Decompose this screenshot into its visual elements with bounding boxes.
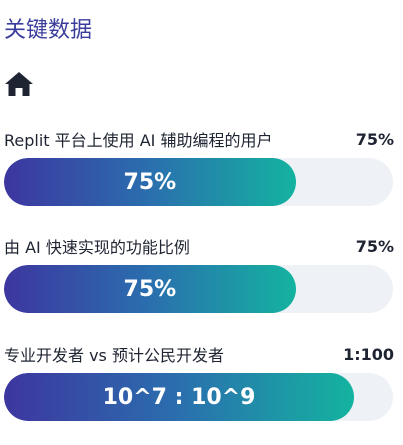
progress-track: 75% bbox=[4, 265, 393, 313]
progress-text: 10^7 : 10^9 bbox=[102, 384, 256, 410]
progress-text: 75% bbox=[123, 169, 177, 195]
metric-ai-features: 由 AI 快速实现的功能比例 75% 75% bbox=[4, 233, 394, 313]
metric-ai-users: Replit 平台上使用 AI 辅助编程的用户 75% 75% bbox=[4, 126, 394, 206]
progress-track: 10^7 : 10^9 bbox=[4, 373, 393, 421]
metric-label: 专业开发者 vs 预计公民开发者 bbox=[4, 346, 224, 365]
progress-text: 75% bbox=[123, 276, 177, 302]
progress-fill: 75% bbox=[4, 265, 296, 313]
metric-label: 由 AI 快速实现的功能比例 bbox=[4, 238, 190, 257]
metric-label: Replit 平台上使用 AI 辅助编程的用户 bbox=[4, 131, 273, 150]
progress-track: 75% bbox=[4, 158, 393, 206]
metric-value: 75% bbox=[355, 129, 394, 149]
home-icon[interactable] bbox=[4, 70, 34, 98]
progress-fill: 10^7 : 10^9 bbox=[4, 373, 355, 421]
metric-value: 1:100 bbox=[343, 344, 394, 364]
page-title: 关键数据 bbox=[4, 18, 93, 43]
metric-value: 75% bbox=[355, 236, 394, 256]
metric-developer-ratio: 专业开发者 vs 预计公民开发者 1:100 10^7 : 10^9 bbox=[4, 341, 394, 421]
progress-fill: 75% bbox=[4, 158, 296, 206]
